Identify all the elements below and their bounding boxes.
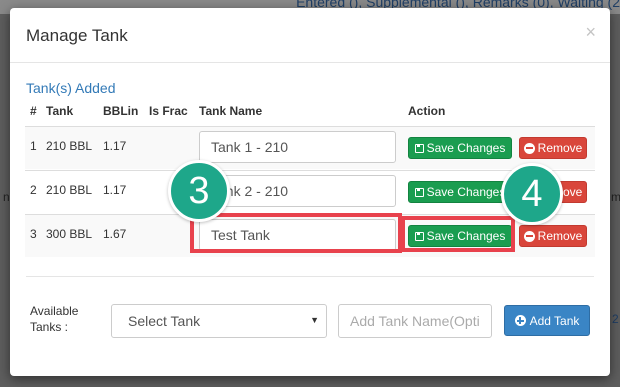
step-badge-3: 3 (168, 160, 230, 222)
row-tank: 300 BBL (46, 227, 93, 241)
tank-name-input[interactable] (199, 219, 396, 251)
row-bblin: 1.67 (103, 227, 127, 241)
row-divider (25, 126, 595, 127)
row-num: 3 (30, 227, 37, 241)
save-changes-button[interactable]: Save Changes (408, 137, 512, 159)
add-tank-button[interactable]: Add Tank (504, 305, 590, 336)
table-row: 1 210 BBL 1.17 Save Changes Remove (25, 126, 595, 169)
remove-label: Remove (537, 229, 583, 243)
column-header-bblin: BBLin (103, 104, 139, 118)
save-changes-label: Save Changes (426, 141, 506, 155)
tank-name-input[interactable] (199, 131, 396, 163)
remove-button[interactable]: Remove (519, 225, 587, 247)
row-tank: 210 BBL (46, 183, 93, 197)
column-header-num: # (30, 104, 37, 118)
remove-label: Remove (537, 141, 583, 155)
select-tank-dropdown[interactable]: Select Tank ▼ (111, 304, 327, 338)
save-changes-button[interactable]: Save Changes (408, 181, 512, 203)
plus-circle-icon (514, 315, 526, 326)
section-title-tanks-added: Tank(s) Added (26, 80, 116, 96)
row-num: 2 (30, 183, 37, 197)
add-tank-name-input[interactable] (338, 304, 492, 338)
step-badge-4: 4 (501, 163, 563, 225)
available-tanks-label: Available Tanks : (30, 304, 79, 334)
column-header-tank: Tank (46, 104, 74, 118)
select-tank-value: Select Tank (128, 313, 201, 329)
minus-circle-icon (523, 230, 535, 242)
save-changes-label: Save Changes (426, 185, 506, 199)
table-row: 3 300 BBL 1.67 Save Changes Remove (25, 214, 595, 257)
save-changes-button[interactable]: Save Changes (408, 225, 512, 247)
row-tank: 210 BBL (46, 139, 93, 153)
row-num: 1 (30, 139, 37, 153)
save-icon (414, 143, 424, 153)
background-right-link: 2 (612, 312, 619, 326)
column-header-is-frac: Is Frac (149, 104, 188, 118)
save-icon (414, 231, 424, 241)
close-icon[interactable]: × (585, 22, 596, 43)
background-left-text: n (3, 190, 10, 204)
row-bblin: 1.17 (103, 183, 127, 197)
save-icon (414, 187, 424, 197)
column-header-action: Action (408, 104, 446, 118)
save-changes-label: Save Changes (426, 229, 506, 243)
background-right-text: m (611, 190, 620, 204)
modal-title: Manage Tank (26, 26, 128, 45)
row-bblin: 1.17 (103, 139, 127, 153)
modal-header: Manage Tank × (10, 8, 610, 63)
column-header-tank-name: Tank Name (199, 104, 263, 118)
remove-button[interactable]: Remove (519, 137, 587, 159)
minus-circle-icon (523, 142, 535, 154)
caret-down-icon: ▼ (310, 315, 319, 325)
section-divider (26, 276, 594, 277)
add-tank-label: Add Tank (529, 313, 580, 328)
